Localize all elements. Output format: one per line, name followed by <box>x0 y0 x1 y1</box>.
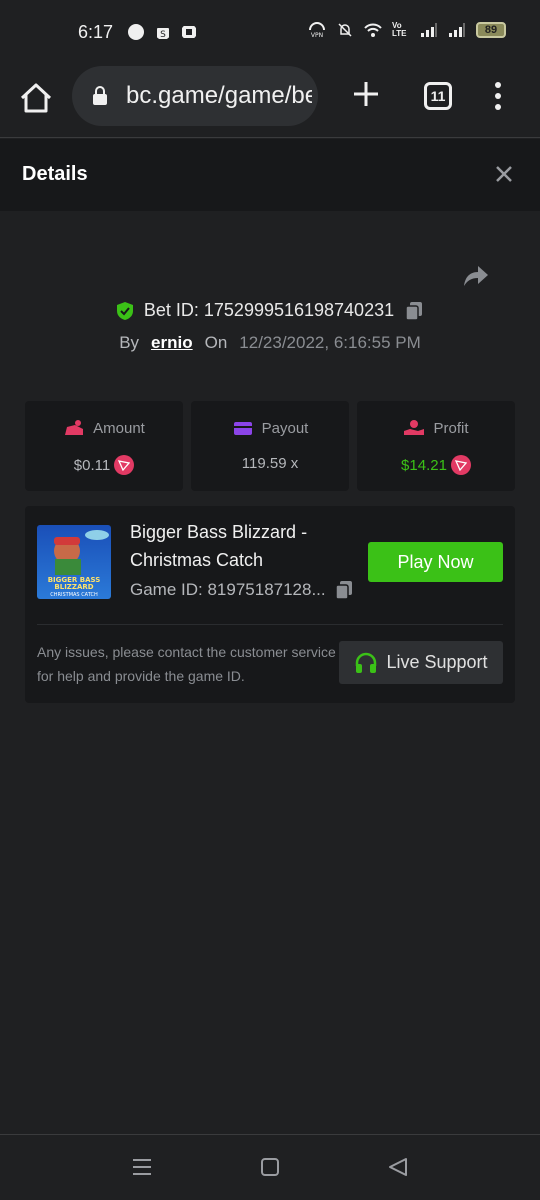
game-thumbnail[interactable]: BIGGER BASS BLIZZARD CHRISTMAS CATCH <box>37 525 111 599</box>
trx-coin-icon <box>114 455 135 475</box>
home-icon[interactable] <box>18 80 54 116</box>
profit-value: $14.21 <box>401 456 447 474</box>
amount-label: Amount <box>93 419 145 437</box>
details-header: Details <box>0 139 540 211</box>
messenger-icon <box>128 24 144 40</box>
back-icon[interactable] <box>386 1155 410 1179</box>
verified-shield-icon <box>116 301 133 320</box>
volte-icon: Vo LTE <box>392 21 407 38</box>
tab-switcher-button[interactable]: 11 <box>424 82 452 110</box>
shopping-bag-icon: S <box>157 28 169 40</box>
payout-card: Payout 119.59 x <box>191 401 349 491</box>
game-name[interactable]: Bigger Bass Blizzard - Christmas Catch <box>130 518 340 574</box>
svg-text:VPN: VPN <box>311 32 323 38</box>
copy-icon[interactable] <box>334 580 354 600</box>
amount-icon <box>65 420 84 435</box>
signal-icon-1 <box>421 23 437 37</box>
svg-text:S: S <box>160 30 166 40</box>
amount-value: $0.11 <box>73 456 111 474</box>
mute-bell-icon <box>338 23 352 37</box>
profit-hand-icon <box>404 420 425 435</box>
status-icons: VPN Vo LTE 89 <box>308 22 506 38</box>
headset-icon <box>356 652 377 673</box>
bet-id: Bet ID: 1752999516198740231 <box>143 300 395 320</box>
vpn-icon: VPN <box>309 22 325 38</box>
bet-id-row: Bet ID: 1752999516198740231 <box>0 300 540 321</box>
close-icon[interactable] <box>494 164 514 184</box>
on-label: On <box>204 333 228 352</box>
profit-card: Profit $14.21 <box>357 401 515 491</box>
payout-label: Payout <box>261 419 309 437</box>
trx-coin-icon <box>450 455 471 475</box>
support-message: Any issues, please contact the customer … <box>37 644 336 684</box>
battery-icon: 89 <box>476 22 506 38</box>
address-bar[interactable]: bc.game/game/bet <box>72 66 318 126</box>
wallet-icon <box>233 422 252 435</box>
user-link[interactable]: ernio <box>151 333 193 353</box>
app-notification-icon <box>182 26 196 38</box>
browser-toolbar: bc.game/game/bet 11 <box>0 66 540 138</box>
status-bar: 6:17 S VPN Vo LTE 89 <box>0 0 540 66</box>
more-menu-icon[interactable] <box>488 80 508 112</box>
game-id-row: Game ID: 81975187128... <box>130 580 354 600</box>
home-nav-icon[interactable] <box>258 1155 282 1179</box>
amount-card: Amount $0.11 <box>25 401 183 491</box>
by-label: By <box>119 333 140 352</box>
wifi-icon <box>364 23 382 37</box>
recent-apps-icon[interactable] <box>130 1155 154 1179</box>
play-now-button[interactable]: Play Now <box>368 542 503 582</box>
page-title: Details <box>22 163 88 185</box>
lock-icon <box>93 86 107 105</box>
system-nav-bar <box>0 1134 540 1200</box>
thumb-title-line-3: CHRISTMAS CATCH <box>50 592 98 598</box>
game-id: Game ID: 81975187128... <box>130 580 326 599</box>
url-text: bc.game/game/bet <box>126 82 312 109</box>
copy-icon[interactable] <box>404 301 424 321</box>
signal-icon-2 <box>449 23 465 37</box>
bet-datetime: 12/23/2022, 6:16:55 PM <box>239 333 421 352</box>
game-panel: BIGGER BASS BLIZZARD CHRISTMAS CATCH Big… <box>25 506 515 703</box>
payout-value: 119.59 x <box>241 455 299 472</box>
bet-meta-row: By ernio On 12/23/2022, 6:16:55 PM <box>0 333 540 353</box>
profit-label: Profit <box>433 419 469 437</box>
share-icon[interactable] <box>462 264 490 288</box>
new-tab-icon[interactable] <box>350 78 382 110</box>
clock: 6:17 <box>78 22 114 42</box>
live-support-label: Live Support <box>386 652 488 672</box>
divider <box>37 624 503 625</box>
live-support-button[interactable]: Live Support <box>339 641 503 684</box>
thumb-title-line-2: BLIZZARD <box>54 583 93 591</box>
